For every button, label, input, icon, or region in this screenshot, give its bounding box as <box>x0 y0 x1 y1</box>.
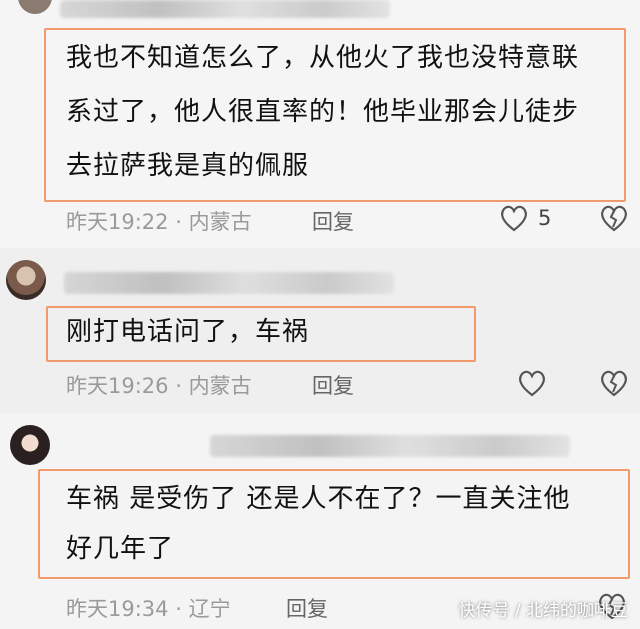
comment-text-line: 去拉萨我是真的佩服 <box>66 151 310 181</box>
meta-separator: · <box>175 374 182 398</box>
comment-text-line: 系过了，他人很直率的！他毕业那会儿徒步 <box>66 97 580 127</box>
broken-heart-icon[interactable] <box>598 203 630 233</box>
comment-item: 我也不知道怎么了，从他火了我也没特意联 系过了，他人很直率的！他毕业那会儿徒步 … <box>0 0 640 248</box>
broken-heart-icon[interactable] <box>598 368 630 398</box>
comment-text-line: 刚打电话问了，车祸 <box>66 317 310 347</box>
heart-outline-icon[interactable] <box>516 368 548 398</box>
comment-location: 内蒙古 <box>188 210 252 234</box>
comment-meta: 昨天19:22 · 内蒙古 <box>66 206 252 236</box>
comment-location: 辽宁 <box>188 597 231 621</box>
avatar[interactable] <box>10 425 50 465</box>
comment-text-line: 车祸 是受伤了 还是人不在了？一直关注他 <box>66 484 571 514</box>
comment-time: 昨天19:22 <box>66 210 169 234</box>
meta-separator: · <box>175 210 182 234</box>
reply-button[interactable]: 回复 <box>312 206 354 236</box>
meta-separator: · <box>175 597 182 621</box>
comment-item: 刚打电话问了，车祸 昨天19:26 · 内蒙古 回复 <box>0 248 640 413</box>
avatar[interactable] <box>18 0 52 14</box>
heart-outline-icon[interactable] <box>498 203 530 233</box>
comment-meta: 昨天19:34 · 辽宁 <box>66 593 231 623</box>
comment-time: 昨天19:26 <box>66 374 169 398</box>
watermark: 快传号 / 北纬的咖啡豆 <box>458 601 628 621</box>
comment-text-line: 好几年了 <box>66 534 175 564</box>
like-count: 5 <box>538 206 552 230</box>
comment-time: 昨天19:34 <box>66 597 169 621</box>
comment-meta: 昨天19:26 · 内蒙古 <box>66 370 252 400</box>
reply-button[interactable]: 回复 <box>286 593 328 623</box>
reply-button[interactable]: 回复 <box>312 370 354 400</box>
blurred-username <box>210 435 570 457</box>
blurred-username <box>64 272 394 294</box>
comment-location: 内蒙古 <box>188 374 252 398</box>
avatar[interactable] <box>6 260 46 300</box>
comment-text-line: 我也不知道怎么了，从他火了我也没特意联 <box>66 43 580 73</box>
blurred-username <box>60 0 390 18</box>
